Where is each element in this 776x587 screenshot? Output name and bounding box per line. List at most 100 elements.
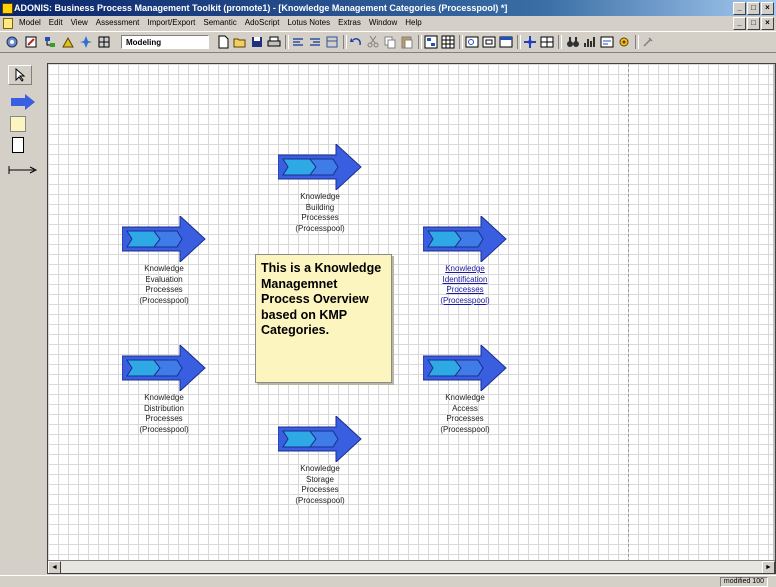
save-icon[interactable]: [250, 35, 264, 49]
menu-lotus-notes[interactable]: Lotus Notes: [283, 16, 334, 30]
menu-assessment[interactable]: Assessment: [92, 16, 144, 30]
process-knowledge-distribution[interactable]: Knowledge Distribution Processes (Proces…: [114, 345, 214, 435]
layout-icon[interactable]: [325, 35, 339, 49]
menu-help[interactable]: Help: [401, 16, 425, 30]
align-left-icon[interactable]: [291, 35, 305, 49]
table-view-icon[interactable]: [441, 35, 455, 49]
process-arrow-icon: [278, 144, 362, 190]
copy-icon[interactable]: [383, 35, 397, 49]
scroll-right-button[interactable]: ►: [762, 561, 775, 573]
print-icon[interactable]: [267, 35, 281, 49]
menu-model[interactable]: Model: [15, 16, 45, 30]
process-knowledge-access[interactable]: Knowledge Access Processes (Processpool): [415, 345, 515, 435]
process-knowledge-identification[interactable]: Knowledge Identification Processes (Proc…: [415, 216, 515, 306]
menu-bar: Model Edit View Assessment Import/Export…: [0, 16, 776, 30]
process-label-text: Knowledge Access Processes (Processpool): [440, 393, 490, 434]
edit-model-icon[interactable]: [24, 35, 38, 49]
process-arrow-icon: [122, 216, 206, 262]
minimize-button[interactable]: _: [733, 2, 746, 15]
model-view-icon[interactable]: [424, 35, 438, 49]
menu-import-export[interactable]: Import/Export: [143, 16, 199, 30]
toolbar-separator: [343, 35, 347, 49]
connector-tool[interactable]: [8, 165, 38, 177]
tool-icon[interactable]: [641, 35, 655, 49]
evaluation-icon[interactable]: [97, 35, 111, 49]
process-arrow-icon: [122, 345, 206, 391]
canvas-grid: [48, 64, 775, 562]
doc-close-button[interactable]: ×: [761, 17, 774, 30]
open-folder-icon[interactable]: [233, 35, 247, 49]
process-arrow-icon: [423, 216, 507, 262]
window-icon[interactable]: [499, 35, 513, 49]
toolbar-separator: [459, 35, 463, 49]
analysis-icon[interactable]: [61, 35, 75, 49]
undo-icon[interactable]: [349, 35, 363, 49]
new-file-icon[interactable]: [216, 35, 230, 49]
process-label: Knowledge Distribution Processes (Proces…: [114, 393, 214, 435]
process-arrow-icon: [11, 94, 35, 110]
process-knowledge-storage[interactable]: Knowledge Storage Processes (Processpool…: [270, 416, 370, 506]
toolbar-separator: [517, 35, 521, 49]
process-knowledge-evaluation[interactable]: Knowledge Evaluation Processes (Processp…: [114, 216, 214, 306]
process-arrow-icon: [278, 416, 362, 462]
cut-icon[interactable]: [366, 35, 380, 49]
explorer-icon[interactable]: [5, 35, 19, 49]
chart-icon[interactable]: [583, 35, 597, 49]
object-palette: [6, 65, 42, 570]
menu-semantic[interactable]: Semantic: [199, 16, 240, 30]
grid-snap-icon[interactable]: [523, 35, 537, 49]
vertical-scrollbar[interactable]: [773, 64, 775, 562]
toolbar-separator: [285, 35, 289, 49]
find-icon[interactable]: [566, 35, 580, 49]
doc-minimize-button[interactable]: _: [733, 17, 746, 30]
page-break-line: [628, 64, 629, 562]
process-label: Knowledge Access Processes (Processpool): [415, 393, 515, 435]
report-icon[interactable]: [600, 35, 614, 49]
status-bar: modified 100: [0, 575, 776, 587]
process-label-text: Knowledge Evaluation Processes (Processp…: [139, 264, 189, 305]
note-tool[interactable]: [10, 116, 26, 132]
zoom-fit-icon[interactable]: [465, 35, 479, 49]
doc-restore-button[interactable]: □: [747, 17, 760, 30]
menu-view[interactable]: View: [67, 16, 92, 30]
toolbar: Modeling: [0, 31, 776, 53]
menu-list: Model Edit View Assessment Import/Export…: [15, 16, 426, 30]
grid-icon[interactable]: [540, 35, 554, 49]
aggregation-tool[interactable]: [12, 137, 24, 153]
process-label-text: Knowledge Building Processes (Processpoo…: [295, 192, 345, 233]
toolbar-separator: [558, 35, 562, 49]
toolbar-separator: [635, 35, 639, 49]
process-tool[interactable]: [10, 93, 36, 113]
menu-adoscript[interactable]: AdoScript: [241, 16, 284, 30]
menu-edit[interactable]: Edit: [45, 16, 67, 30]
maximize-button[interactable]: □: [747, 2, 760, 15]
overview-note[interactable]: This is a Knowledge Managemnet Process O…: [255, 254, 392, 383]
app-icon[interactable]: [2, 3, 13, 14]
window-controls: _ □ ×: [733, 2, 774, 15]
close-button[interactable]: ×: [761, 2, 774, 15]
title-bar: ADONIS: Business Process Management Tool…: [0, 0, 776, 16]
model-canvas[interactable]: Knowledge Building Processes (Processpoo…: [47, 63, 776, 574]
simulation-icon[interactable]: [79, 35, 93, 49]
model-tree-icon[interactable]: [43, 35, 57, 49]
align-right-icon[interactable]: [308, 35, 322, 49]
window-title: ADONIS: Business Process Management Tool…: [14, 3, 508, 13]
process-label-text: Knowledge Identification Processes (Proc…: [440, 264, 490, 305]
cursor-arrow-icon: [15, 67, 26, 82]
paste-icon[interactable]: [400, 35, 414, 49]
status-text: modified 100: [719, 577, 768, 587]
toolbar-separator: [418, 35, 422, 49]
zoom-window-icon[interactable]: [482, 35, 496, 49]
menu-extras[interactable]: Extras: [334, 16, 365, 30]
settings-icon[interactable]: [617, 35, 631, 49]
mode-select[interactable]: Modeling: [121, 35, 209, 49]
document-window-controls: _ □ ×: [733, 17, 774, 30]
scroll-left-button[interactable]: ◄: [48, 561, 61, 573]
process-link-label[interactable]: Knowledge Identification Processes (Proc…: [415, 264, 515, 306]
document-icon[interactable]: [3, 18, 13, 29]
horizontal-scrollbar[interactable]: ◄ ►: [48, 560, 775, 573]
note-text: This is a Knowledge Managemnet Process O…: [261, 261, 382, 338]
menu-window[interactable]: Window: [365, 16, 401, 30]
process-knowledge-building[interactable]: Knowledge Building Processes (Processpoo…: [270, 144, 370, 234]
pointer-tool[interactable]: [8, 65, 32, 85]
